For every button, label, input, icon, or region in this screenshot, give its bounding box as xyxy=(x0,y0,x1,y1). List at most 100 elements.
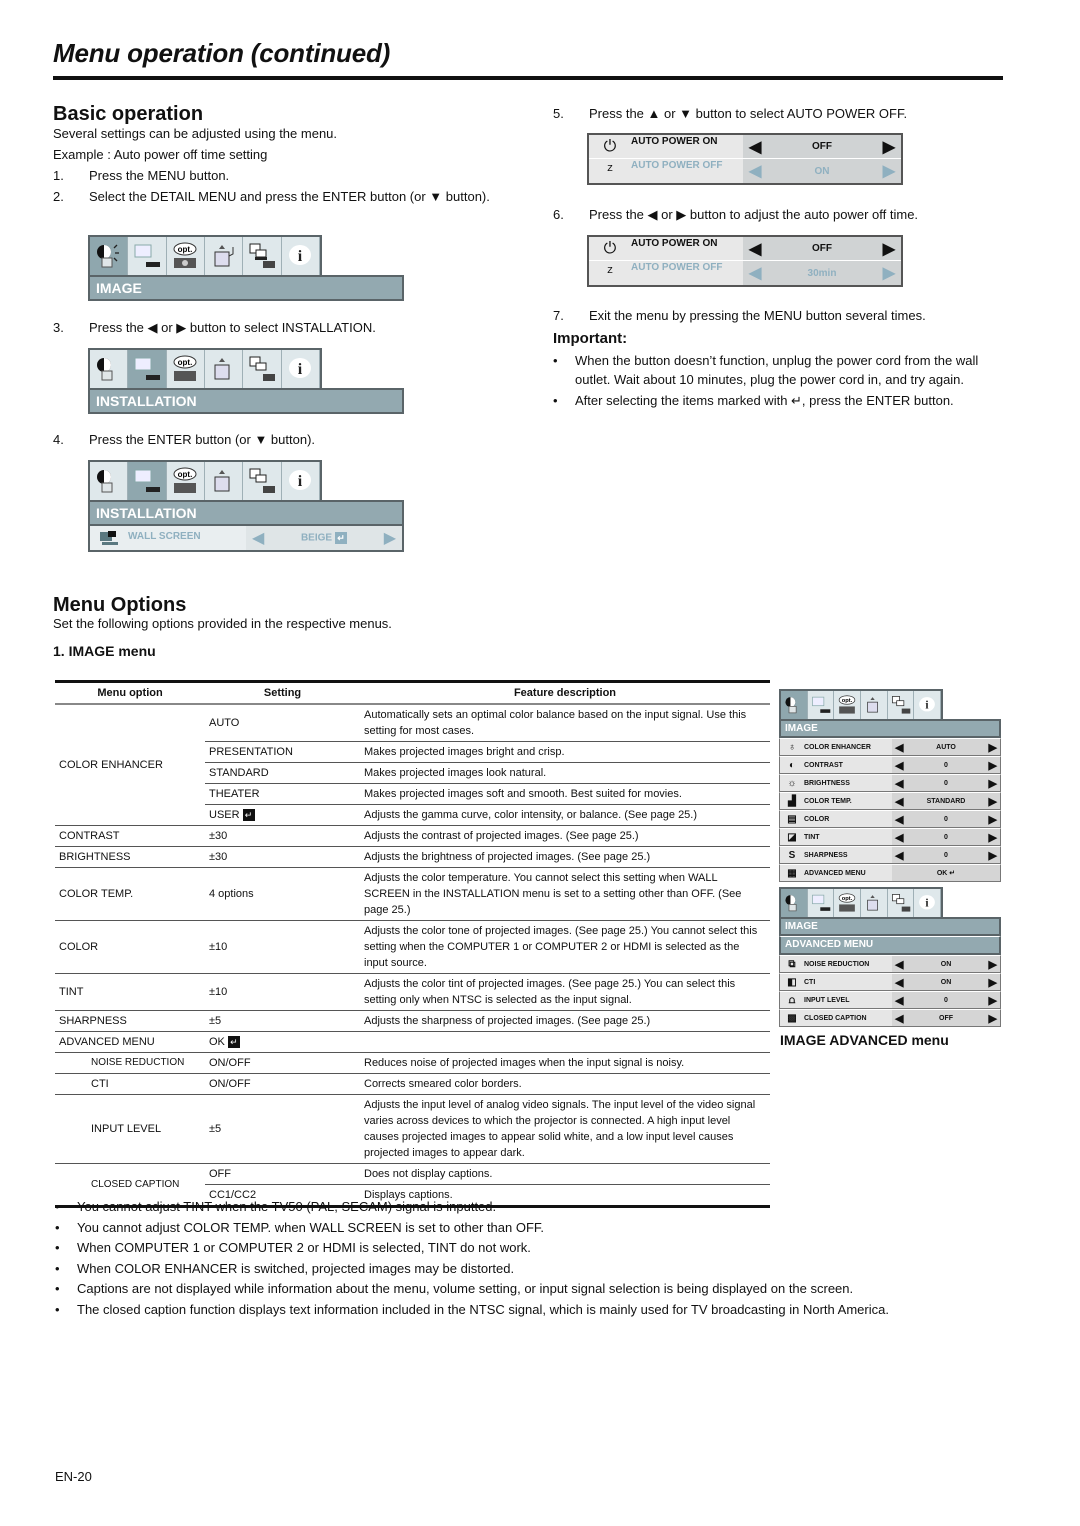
left-arrow-icon[interactable]: ◀ xyxy=(895,849,903,862)
image-tab-icon[interactable] xyxy=(90,237,129,275)
desc-cell: Makes projected images look natural. xyxy=(360,762,770,784)
right-arrow-icon[interactable]: ▶ xyxy=(883,137,895,157)
osd-menu-row[interactable]: S SHARPNESS ◀ 0 ▶ xyxy=(779,846,1001,864)
osd-row-value-control[interactable]: ◀ STANDARD ▶ xyxy=(892,793,1000,809)
installation-tab-icon[interactable] xyxy=(807,889,835,917)
installation-tab-icon[interactable] xyxy=(807,691,835,719)
right-arrow-icon[interactable]: ▶ xyxy=(989,741,997,754)
auto-power-off-row[interactable]: ᶻ AUTO POWER OFF ◀ ON ▶ xyxy=(589,159,901,183)
osd-menu-row[interactable]: ⩍ INPUT LEVEL ◀ 0 ▶ xyxy=(779,991,1001,1009)
right-arrow-icon[interactable]: ▶ xyxy=(989,777,997,790)
info-tab-icon[interactable]: i xyxy=(281,350,320,388)
right-arrow-icon[interactable]: ▶ xyxy=(989,1012,997,1025)
network-tab-icon[interactable] xyxy=(243,350,282,388)
left-arrow-icon[interactable]: ◀ xyxy=(895,994,903,1007)
osd-menu-row[interactable]: ▟ COLOR TEMP. ◀ STANDARD ▶ xyxy=(779,792,1001,810)
right-arrow-icon[interactable]: ▶ xyxy=(883,161,895,181)
setting-cell: PRESENTATION xyxy=(205,741,360,763)
left-arrow-icon[interactable]: ◀ xyxy=(895,741,903,754)
installation-tab-icon[interactable] xyxy=(128,237,167,275)
opt-tab-icon[interactable]: opt. xyxy=(166,462,205,500)
osd-menu-row[interactable]: ☼ BRIGHTNESS ◀ 0 ▶ xyxy=(779,774,1001,792)
left-arrow-icon[interactable]: ◀ xyxy=(895,831,903,844)
left-arrow-icon[interactable]: ◀ xyxy=(895,976,903,989)
osd-row-value-control[interactable]: ◀ 0 ▶ xyxy=(892,811,1000,827)
osd-row-value-control[interactable]: ◀ AUTO ▶ xyxy=(892,739,1000,755)
opt-tab-icon[interactable]: opt. xyxy=(834,889,862,917)
opt-tab-icon[interactable]: opt. xyxy=(166,237,205,275)
network-tab-icon[interactable] xyxy=(887,889,915,917)
signal-tab-icon[interactable] xyxy=(861,889,888,917)
right-arrow-icon[interactable]: ▶ xyxy=(883,239,895,259)
osd-row-value-control[interactable]: ◀ 0 ▶ xyxy=(892,775,1000,791)
left-arrow-icon[interactable]: ◀ xyxy=(749,137,761,157)
image-tab-icon[interactable] xyxy=(90,350,129,388)
table-row: SHARPNESS ±5 Adjusts the sharpness of pr… xyxy=(55,1010,770,1032)
left-arrow-icon[interactable]: ◀ xyxy=(895,958,903,971)
left-arrow-icon[interactable]: ◀ xyxy=(895,759,903,772)
wall-screen-row[interactable]: WALL SCREEN ◀ BEIGE ↵ ▶ xyxy=(88,526,404,552)
left-arrow-icon[interactable]: ◀ xyxy=(749,161,761,181)
right-arrow-icon[interactable]: ▶ xyxy=(883,263,895,283)
right-arrow-icon[interactable]: ▶ xyxy=(989,813,997,826)
left-arrow-icon[interactable]: ◀ xyxy=(749,239,761,259)
info-tab-icon[interactable]: i xyxy=(914,889,942,917)
osd-row-value-control[interactable]: ◀ ON ▶ xyxy=(892,974,1000,990)
osd-row-value-control[interactable]: ◀ ON ▶ xyxy=(892,956,1000,972)
osd-row-value-control[interactable]: ◀ 0 ▶ xyxy=(892,847,1000,863)
left-arrow-icon[interactable]: ◀ xyxy=(895,795,903,808)
left-arrow-icon[interactable]: ◀ xyxy=(895,813,903,826)
osd-row-value-control[interactable]: ◀ 0 ▶ xyxy=(892,829,1000,845)
network-tab-icon[interactable] xyxy=(243,462,282,500)
osd-row-value-control[interactable]: ◀ 0 ▶ xyxy=(892,992,1000,1008)
right-arrow-icon[interactable]: ▶ xyxy=(989,795,997,808)
auto-power-on-row[interactable]: ⏻ AUTO POWER ON ◀ OFF ▶ xyxy=(589,135,901,159)
auto-power-on-row[interactable]: ⏻ AUTO POWER ON ◀ OFF ▶ xyxy=(589,237,901,261)
image-tab-icon[interactable] xyxy=(781,691,808,719)
wall-screen-value: BEIGE xyxy=(300,532,333,544)
osd-row-value-control[interactable]: ◀ 0 ▶ xyxy=(892,757,1000,773)
right-arrow-icon[interactable]: ▶ xyxy=(989,759,997,772)
osd-row-value: OK ↵ xyxy=(936,870,956,877)
opt-tab-icon[interactable]: opt. xyxy=(834,691,862,719)
installation-tab-icon[interactable] xyxy=(128,350,167,388)
osd-menu-row[interactable]: ▩ CLOSED CAPTION ◀ OFF ▶ xyxy=(779,1009,1001,1027)
signal-tab-icon[interactable] xyxy=(861,691,888,719)
left-arrow-icon[interactable]: ◀ xyxy=(895,777,903,790)
right-arrow-icon[interactable]: ▶ xyxy=(989,849,997,862)
installation-tab-icon[interactable] xyxy=(128,462,167,500)
desc-cell: Does not display captions. xyxy=(360,1163,770,1185)
left-arrow-icon[interactable]: ◀ xyxy=(895,1012,903,1025)
image-tab-icon[interactable] xyxy=(90,462,129,500)
step-number: 3. xyxy=(53,320,64,335)
left-arrow-icon[interactable]: ◀ xyxy=(749,263,761,283)
info-tab-icon[interactable]: i xyxy=(281,237,320,275)
left-arrow-icon[interactable]: ◀ xyxy=(252,528,264,548)
network-tab-icon[interactable] xyxy=(887,691,915,719)
osd-row-value-control[interactable]: ◀ OFF ▶ xyxy=(892,1010,1000,1026)
osd-row-value-control[interactable]: OK ↵ xyxy=(892,865,1000,881)
osd-menu-row[interactable]: ⧉ NOISE REDUCTION ◀ ON ▶ xyxy=(779,955,1001,973)
network-tab-icon[interactable] xyxy=(243,237,282,275)
opt-tab-icon[interactable]: opt. xyxy=(166,350,205,388)
osd-menu-row[interactable]: ▤ COLOR ◀ 0 ▶ xyxy=(779,810,1001,828)
osd-menu-row[interactable]: ◧ CTI ◀ ON ▶ xyxy=(779,973,1001,991)
auto-power-off-row[interactable]: ᶻ AUTO POWER OFF ◀ 30min ▶ xyxy=(589,261,901,285)
right-arrow-icon[interactable]: ▶ xyxy=(989,958,997,971)
signal-tab-icon[interactable] xyxy=(204,350,244,388)
osd-menu-row[interactable]: ♁ COLOR ENHANCER ◀ AUTO ▶ xyxy=(779,738,1001,756)
right-arrow-icon[interactable]: ▶ xyxy=(989,976,997,989)
right-arrow-icon[interactable]: ▶ xyxy=(989,831,997,844)
signal-tab-icon[interactable] xyxy=(204,462,244,500)
info-tab-icon[interactable]: i xyxy=(281,462,320,500)
osd-menu-row[interactable]: ▦ ADVANCED MENU OK ↵ xyxy=(779,864,1001,882)
auto-power-on-icon: ⏻ xyxy=(589,135,631,158)
signal-tab-icon[interactable] xyxy=(204,237,244,275)
right-arrow-icon[interactable]: ▶ xyxy=(989,994,997,1007)
info-tab-icon[interactable]: i xyxy=(914,691,942,719)
right-arrow-icon[interactable]: ▶ xyxy=(384,528,396,548)
image-tab-icon[interactable] xyxy=(781,889,808,917)
setting-cell: ±10 xyxy=(205,920,360,974)
osd-menu-row[interactable]: ◪ TINT ◀ 0 ▶ xyxy=(779,828,1001,846)
osd-menu-row[interactable]: ◐ CONTRAST ◀ 0 ▶ xyxy=(779,756,1001,774)
